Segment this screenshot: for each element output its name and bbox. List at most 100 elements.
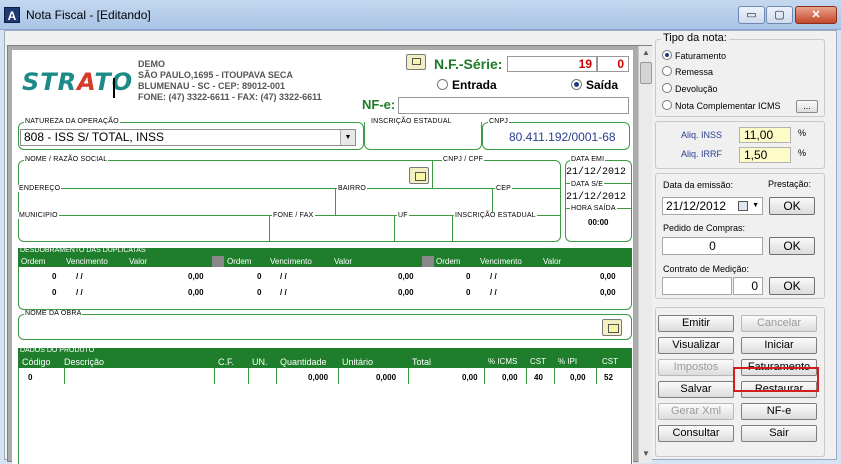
divider — [596, 368, 597, 384]
company-info: DEMO SÃO PAULO,1695 - ITOUPAVA SECA BLUM… — [138, 59, 322, 103]
entrada-radio[interactable]: Entrada — [437, 78, 497, 92]
emissao-ok-button[interactable]: OK — [769, 197, 815, 215]
aliq-irrf-label: Aliq. IRRF — [681, 149, 723, 159]
prestacao-label: Prestação: — [768, 179, 812, 189]
scroll-up-icon[interactable]: ▲ — [640, 47, 652, 59]
radio-dot — [662, 83, 672, 93]
close-button[interactable]: ✕ — [795, 6, 837, 24]
pedido-ok-button[interactable]: OK — [769, 237, 815, 255]
radio-remessa[interactable]: Remessa — [662, 66, 713, 77]
cancelar-button[interactable]: Cancelar — [741, 315, 817, 332]
dup-cell: 0,00 — [600, 272, 616, 281]
obra-lookup-button[interactable] — [602, 319, 622, 336]
impostos-button[interactable]: Impostos — [658, 359, 734, 376]
emitir-button[interactable]: Emitir — [658, 315, 734, 332]
saida-label: Saída — [586, 78, 619, 92]
divider — [338, 368, 339, 384]
emissao-date-value: 21/12/2012 — [666, 199, 727, 213]
nota-complementar-more-button[interactable]: ... — [796, 100, 818, 113]
prod-header-cf: C.F. — [218, 357, 235, 367]
minimize-button[interactable]: ▭ — [738, 6, 765, 24]
iniciar-button[interactable]: Iniciar — [741, 337, 817, 354]
data-emi-label: DATA EMI — [570, 156, 606, 163]
title-bar: A Nota Fiscal - [Editando] ▭ ▢ ✕ — [0, 0, 841, 30]
calendar-icon — [738, 201, 748, 211]
radio-dot-selected — [571, 79, 582, 90]
hora-value: 00:00 — [588, 218, 609, 227]
radio-faturamento[interactable]: Faturamento — [662, 50, 726, 61]
prod-cell-codigo: 0 — [28, 373, 33, 382]
nfe-key-input[interactable] — [398, 97, 629, 114]
pedido-input[interactable]: 0 — [662, 237, 763, 255]
logo-text: STR — [22, 68, 78, 96]
radio-dot — [437, 79, 448, 90]
dup-cell: 0,00 — [188, 272, 204, 281]
prod-header-cst: CST — [530, 357, 546, 366]
prod-header-ipi: % IPI — [558, 357, 578, 366]
folder-icon — [412, 58, 421, 65]
radio-dot — [662, 100, 672, 110]
prod-header-un: UN. — [252, 357, 268, 367]
company-city: BLUMENAU - SC - CEP: 89012-001 — [138, 81, 286, 91]
duplicatas-body — [18, 266, 632, 310]
divider — [554, 368, 555, 384]
fone-label: FONE / FAX — [272, 212, 315, 219]
prod-cell-total: 0,00 — [462, 373, 478, 382]
produto-title: DADOS DO PRODUTO — [20, 347, 95, 354]
prod-cell-ipi: 0,00 — [570, 373, 586, 382]
dup-header-valor: Valor — [334, 257, 353, 266]
aliq-inss-label: Aliq. INSS — [681, 130, 723, 140]
dup-cell: 0 — [52, 288, 57, 297]
vertical-scrollbar[interactable]: ▲ ▼ — [638, 46, 652, 463]
gerar-xml-button[interactable]: Gerar Xml — [658, 403, 734, 420]
ie-label: INSCRIÇÃO ESTADUAL — [370, 118, 453, 125]
cliente-lookup-button[interactable] — [409, 167, 429, 184]
dup-header-vencimento: Vencimento — [480, 257, 522, 266]
client-area: STRATO DEMO SÃO PAULO,1695 - ITOUPAVA SE… — [4, 30, 837, 464]
hora-label: HORA SAÍDA — [570, 205, 617, 212]
contrato-input[interactable] — [662, 277, 732, 295]
radio-nota-complementar[interactable]: Nota Complementar ICMS — [662, 100, 781, 111]
contrato-item-input[interactable]: 0 — [733, 277, 763, 295]
dup-cell: / / — [280, 288, 287, 297]
logo-text-accent: A — [77, 68, 95, 96]
aliq-inss-input[interactable]: 11,00 — [739, 127, 791, 143]
divider — [452, 215, 453, 242]
nfe-button[interactable]: NF-e — [741, 403, 817, 420]
prod-header-icms: % ICMS — [488, 357, 518, 366]
prod-cell-cst2: 52 — [604, 373, 613, 382]
divider — [64, 368, 65, 384]
tipo-nota-title: Tipo da nota: — [661, 32, 729, 44]
consultar-button[interactable]: Consultar — [658, 425, 734, 442]
nf-serie-lookup-button[interactable] — [406, 54, 426, 70]
dup-cell: 0 — [52, 272, 57, 281]
emissao-date-picker[interactable]: 21/12/2012 ▼ — [662, 197, 763, 215]
prod-header-total: Total — [412, 357, 432, 367]
natureza-select[interactable]: 808 - ISS S/ TOTAL, INSS ▼ — [20, 129, 356, 146]
produto-body — [18, 368, 632, 464]
app-icon: A — [4, 7, 20, 23]
pedido-label: Pedido de Compras: — [663, 223, 746, 233]
maximize-button[interactable]: ▢ — [766, 6, 793, 24]
radio-label: Nota Complementar ICMS — [675, 101, 781, 111]
dup-cell: / / — [76, 288, 83, 297]
destinatario-box — [18, 160, 561, 242]
invoice-preview: STRATO DEMO SÃO PAULO,1695 - ITOUPAVA SE… — [7, 45, 652, 464]
obra-box — [18, 314, 632, 340]
scroll-down-icon[interactable]: ▼ — [640, 448, 652, 460]
company-phone: FONE: (47) 3322-6611 - FAX: (47) 3322-66… — [138, 92, 322, 102]
nf-number-field[interactable]: 19 — [507, 56, 597, 72]
saida-radio[interactable]: Saída — [571, 78, 618, 92]
chevron-down-icon: ▼ — [340, 130, 355, 145]
visualizar-button[interactable]: Visualizar — [658, 337, 734, 354]
contrato-ok-button[interactable]: OK — [769, 277, 815, 295]
dup-cell: 0,00 — [398, 288, 414, 297]
aliq-irrf-input[interactable]: 1,50 — [739, 147, 791, 163]
serie-field[interactable]: 0 — [597, 56, 629, 72]
cep-label: CEP — [495, 185, 512, 192]
salvar-button[interactable]: Salvar — [658, 381, 734, 398]
scroll-thumb[interactable] — [640, 62, 652, 84]
natureza-value: 808 - ISS S/ TOTAL, INSS — [24, 130, 165, 144]
sair-button[interactable]: Sair — [741, 425, 817, 442]
radio-devolucao[interactable]: Devolução — [662, 83, 718, 94]
